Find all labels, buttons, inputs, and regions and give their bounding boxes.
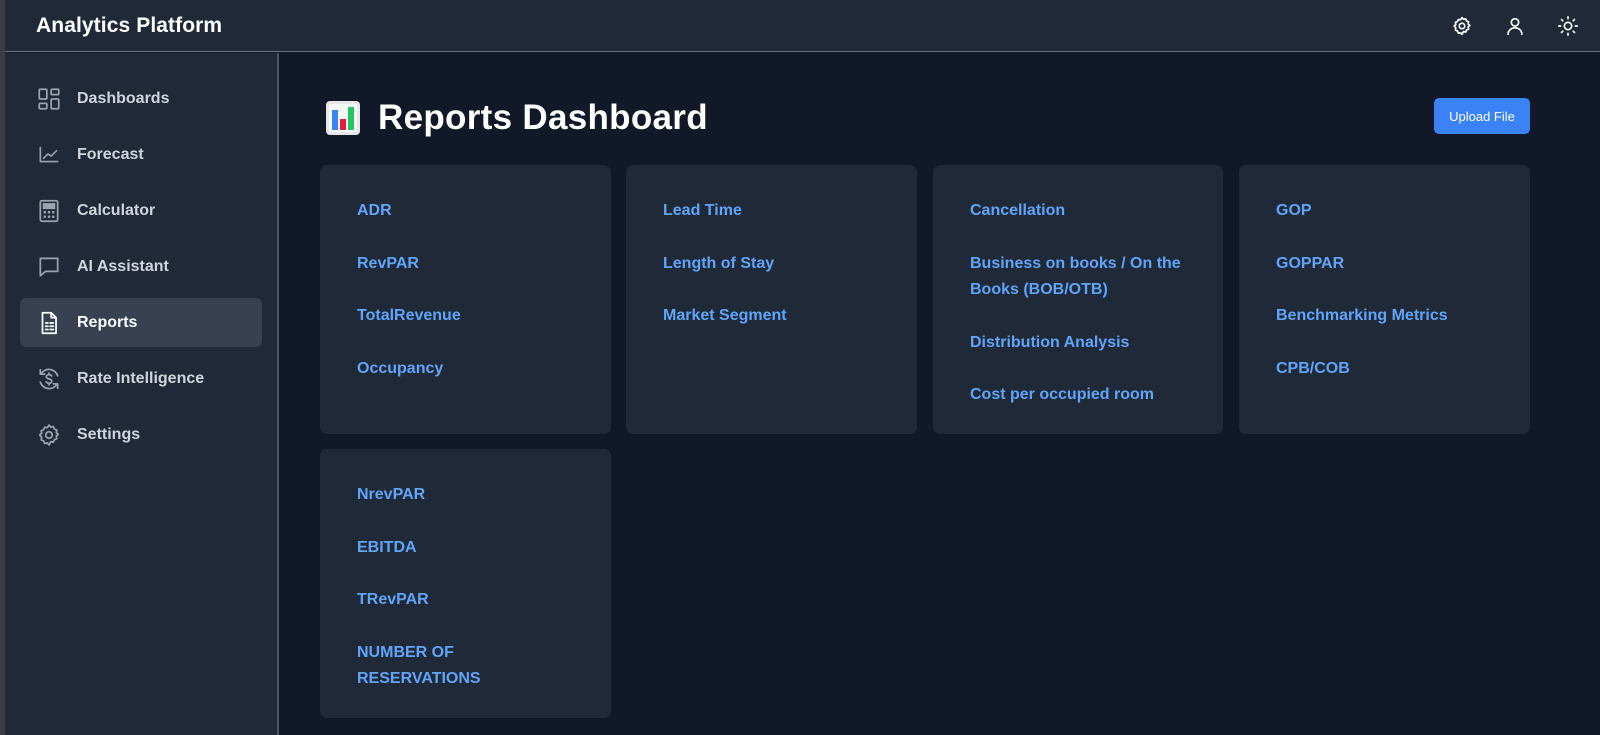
report-link-occupancy[interactable]: Occupancy [357,356,574,383]
sun-icon[interactable] [1556,14,1580,38]
report-link-adr[interactable]: ADR [357,198,574,225]
main-content: Reports Dashboard Upload File ADR RevPAR… [281,53,1600,735]
report-link-business-on-books[interactable]: Business on books / On the Books (BOB/OT… [970,251,1186,304]
report-card: Cancellation Business on books / On the … [933,165,1223,434]
sidebar: Dashboards Forecast Calculator AI Assist… [5,53,279,735]
report-document-icon [36,310,62,336]
sidebar-item-label: Dashboards [77,89,170,107]
page-header: Reports Dashboard [325,98,708,138]
report-link-ebitda[interactable]: EBITDA [357,535,574,562]
report-link-market-segment[interactable]: Market Segment [663,303,880,330]
report-link-number-of-reservations[interactable]: NUMBER OF RESERVATIONS [357,640,574,693]
sidebar-item-label: Calculator [77,201,156,219]
sidebar-item-dashboards[interactable]: Dashboards [20,74,262,123]
sidebar-item-rate-intelligence[interactable]: Rate Intelligence [20,354,262,403]
report-link-distribution-analysis[interactable]: Distribution Analysis [970,330,1186,357]
sidebar-item-label: Forecast [77,145,144,163]
dashboard-grid-icon [36,86,62,112]
sidebar-item-label: AI Assistant [77,257,169,275]
calculator-icon [36,198,62,224]
dollar-refresh-icon [36,366,62,392]
report-link-cpb-cob[interactable]: CPB/COB [1276,356,1493,383]
app-title: Analytics Platform [36,13,223,37]
gear-icon[interactable] [1450,14,1474,38]
sidebar-item-settings[interactable]: Settings [20,410,262,459]
sidebar-item-reports[interactable]: Reports [20,298,262,347]
report-link-benchmarking-metrics[interactable]: Benchmarking Metrics [1276,303,1493,330]
report-link-revpar[interactable]: RevPAR [357,251,574,278]
top-bar: Analytics Platform [5,0,1600,52]
line-chart-icon [36,142,62,168]
report-link-cost-per-occupied-room[interactable]: Cost per occupied room [970,382,1186,409]
report-link-cancellation[interactable]: Cancellation [970,198,1186,225]
sidebar-item-label: Reports [77,313,138,331]
sidebar-item-label: Rate Intelligence [77,369,205,387]
report-card: GOP GOPPAR Benchmarking Metrics CPB/COB [1239,165,1530,434]
report-link-goppar[interactable]: GOPPAR [1276,251,1493,278]
report-link-length-of-stay[interactable]: Length of Stay [663,251,880,278]
bar-chart-emoji-icon [326,101,360,135]
report-link-gop[interactable]: GOP [1276,198,1493,225]
page-title: Reports Dashboard [378,98,708,137]
header-icons [1421,14,1580,38]
user-icon[interactable] [1503,14,1527,38]
report-link-totalrevenue[interactable]: TotalRevenue [357,303,574,330]
report-card: NrevPAR EBITDA TRevPAR NUMBER OF RESERVA… [320,449,611,718]
report-link-nrevpar[interactable]: NrevPAR [357,482,574,509]
report-link-trevpar[interactable]: TRevPAR [357,587,574,614]
chat-bubble-icon [36,254,62,280]
sidebar-item-calculator[interactable]: Calculator [20,186,262,235]
gear-icon [36,422,62,448]
sidebar-item-ai-assistant[interactable]: AI Assistant [20,242,262,291]
upload-file-button[interactable]: Upload File [1434,98,1530,134]
report-card: ADR RevPAR TotalRevenue Occupancy [320,165,611,434]
sidebar-item-forecast[interactable]: Forecast [20,130,262,179]
report-link-lead-time[interactable]: Lead Time [663,198,880,225]
report-card: Lead Time Length of Stay Market Segment [626,165,917,434]
sidebar-item-label: Settings [77,425,141,443]
